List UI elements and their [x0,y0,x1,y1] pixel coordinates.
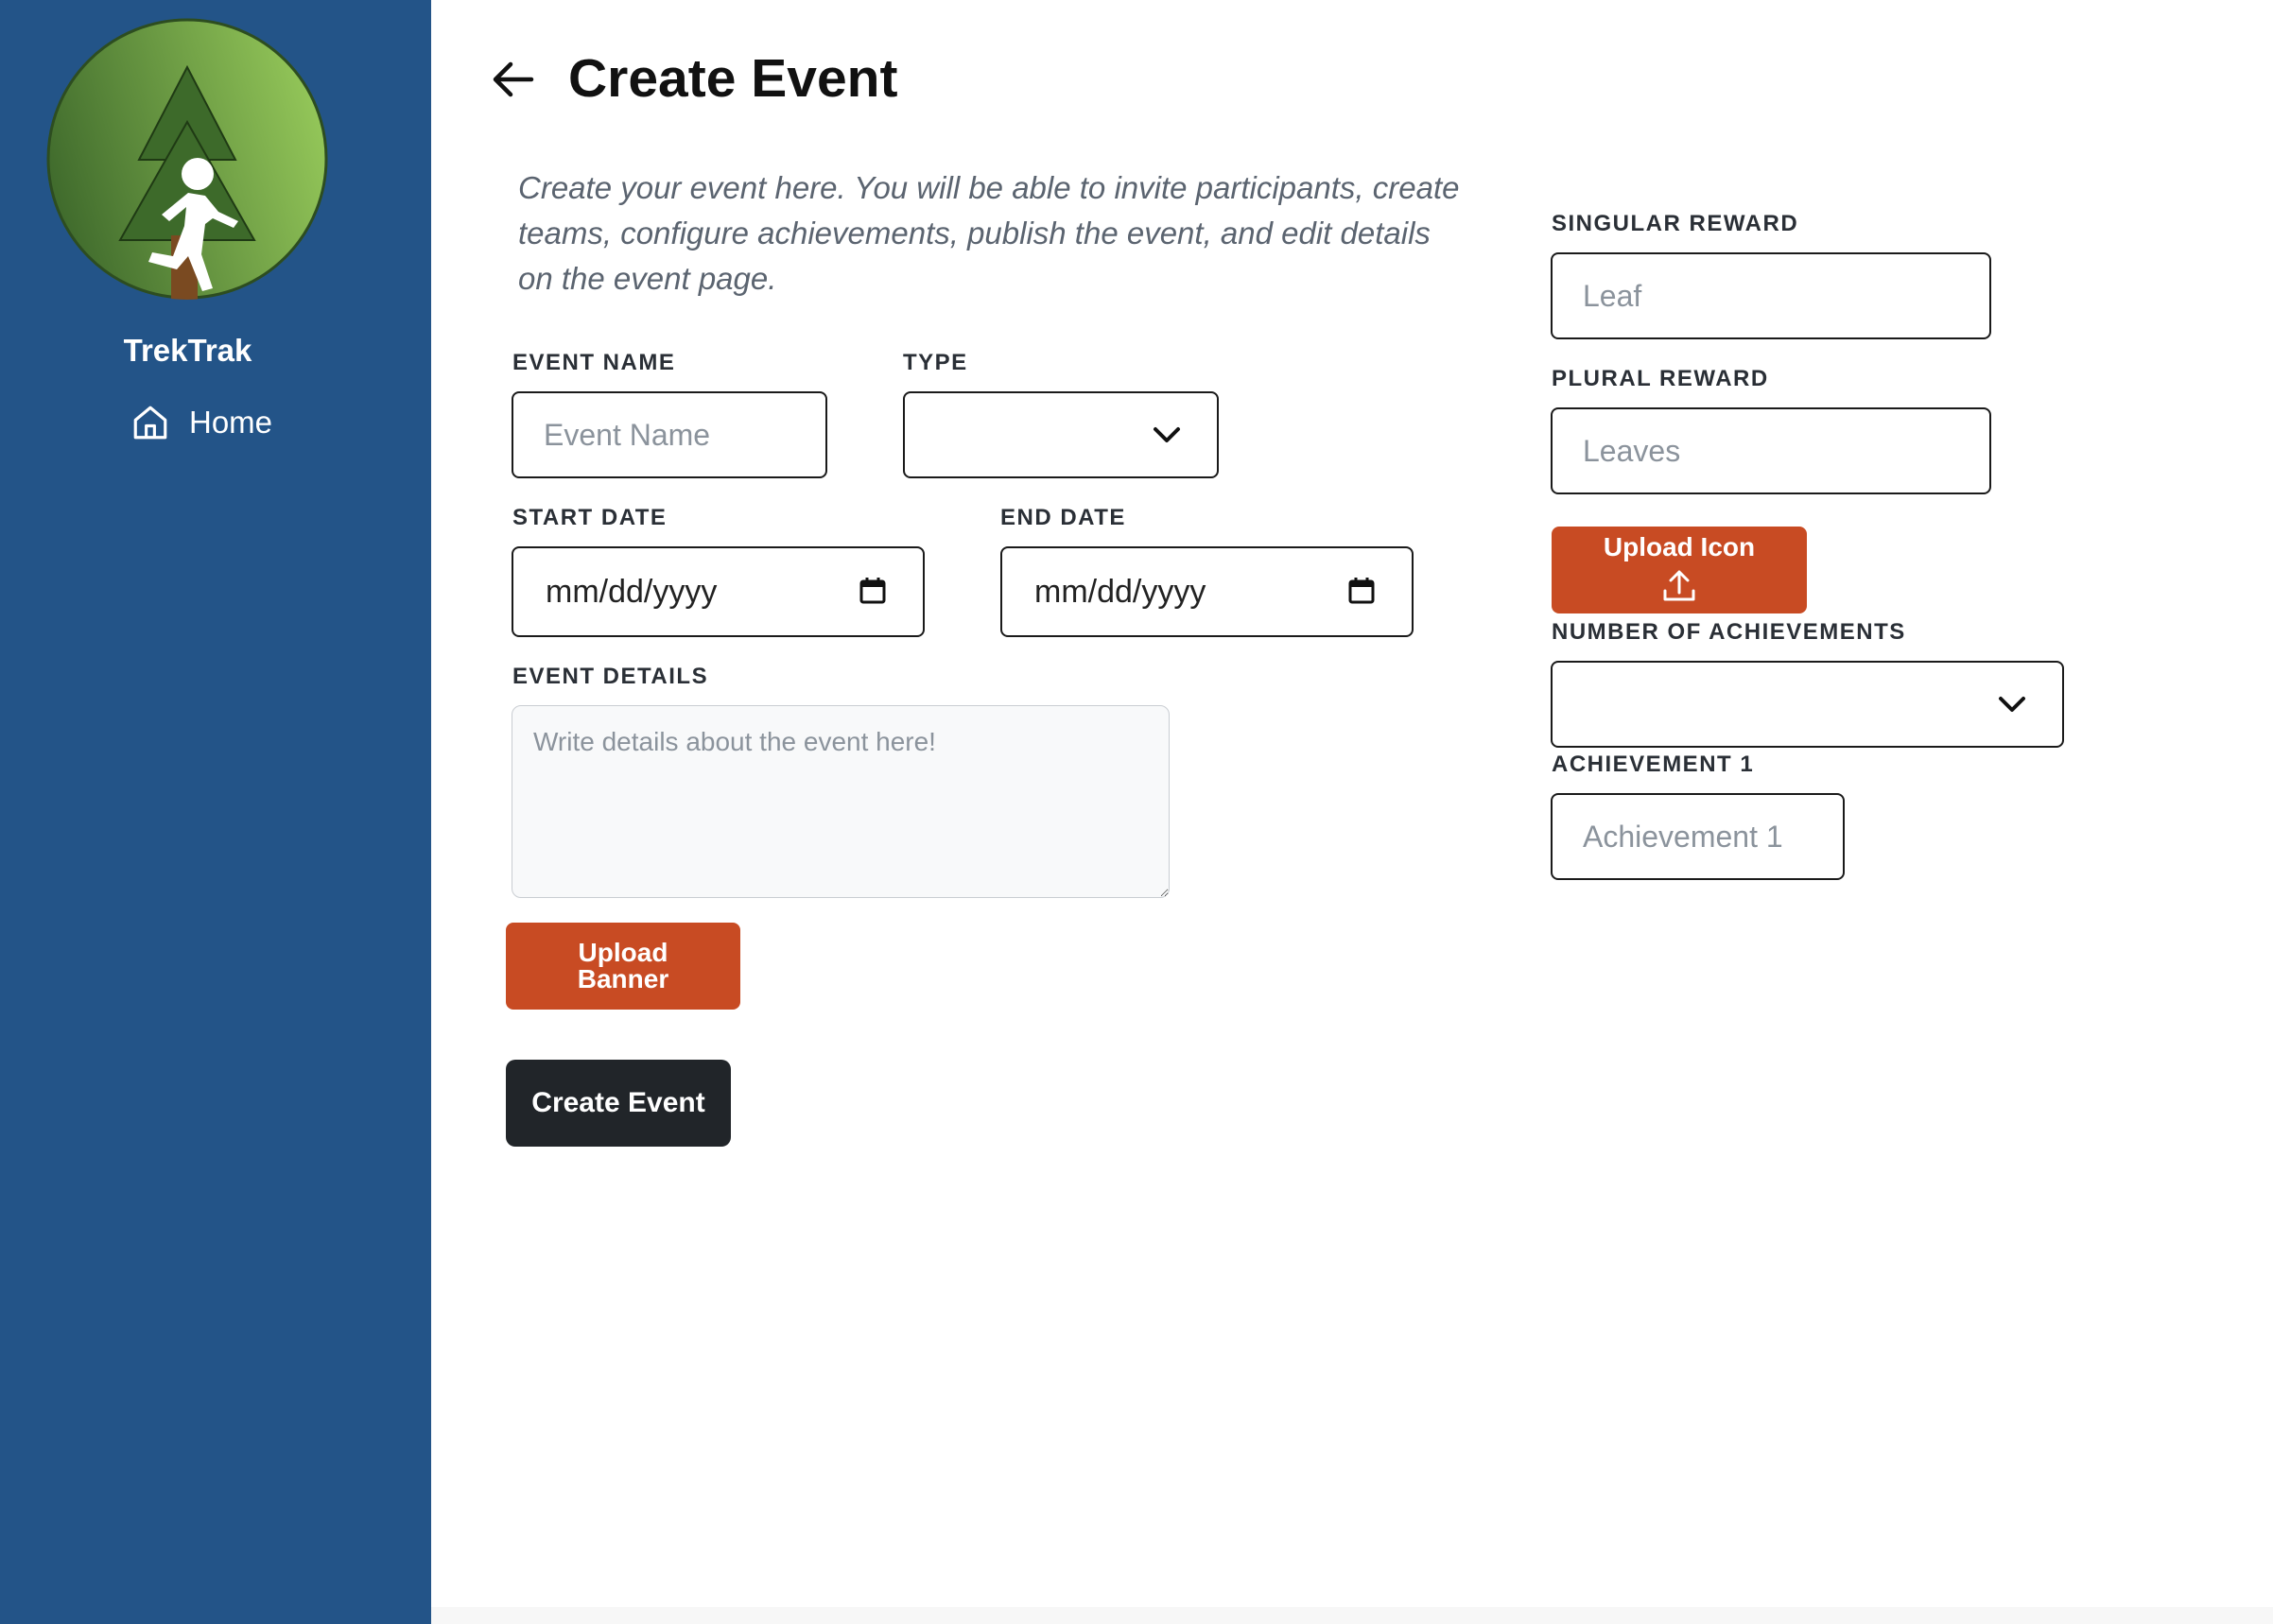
event-details-label: EVENT DETAILS [512,664,709,689]
plural-reward-label: PLURAL REWARD [1552,366,1769,391]
upload-icon-label: Upload Icon [1603,531,1756,561]
calendar-icon[interactable] [1347,577,1376,605]
event-name-label: EVENT NAME [512,350,676,375]
end-date-input[interactable]: mm/dd/yyyy [1000,546,1414,637]
number-of-achievements-select[interactable] [1551,661,2064,748]
calendar-icon[interactable] [859,577,887,605]
footer-strip [431,1607,2273,1624]
upload-icon-button[interactable]: Upload Icon [1552,527,1807,613]
number-of-achievements-label: NUMBER OF ACHIEVEMENTS [1552,619,1906,645]
nav-home-link[interactable]: Home [130,402,272,443]
page-title: Create Event [568,48,898,109]
page-description: Create your event here. You will be able… [518,170,1460,296]
hiker-tree-icon [46,18,328,300]
end-date-label: END DATE [1000,505,1126,530]
chevron-down-icon [1999,697,2025,712]
back-button[interactable] [490,59,535,100]
event-details-textarea[interactable] [512,705,1170,898]
upload-banner-button[interactable]: Upload Banner [506,923,740,1010]
trektrak-logo[interactable] [46,18,328,300]
achievement-1-input[interactable] [1551,793,1845,880]
create-event-button[interactable]: Create Event [506,1060,731,1147]
upload-banner-label-line1: Upload [578,938,668,967]
home-icon [130,403,170,442]
sidebar: TrekTrak Home [0,0,431,1624]
start-date-value: mm/dd/yyyy [546,573,718,610]
brand-name: TrekTrak [123,333,252,368]
type-select[interactable] [903,391,1219,478]
upload-icon [1663,570,1695,600]
chevron-down-icon [1154,427,1180,442]
singular-reward-input[interactable] [1551,252,1991,339]
singular-reward-label: SINGULAR REWARD [1552,211,1799,236]
achievement-1-label: ACHIEVEMENT 1 [1552,752,1755,777]
plural-reward-input[interactable] [1551,407,1991,494]
event-name-input[interactable] [512,391,827,478]
type-label: TYPE [903,350,968,375]
end-date-value: mm/dd/yyyy [1034,573,1206,610]
start-date-label: START DATE [512,505,668,530]
start-date-input[interactable]: mm/dd/yyyy [512,546,925,637]
arrow-left-icon [493,61,534,97]
upload-banner-label-line2: Banner [577,964,669,993]
nav-home-label: Home [189,405,273,440]
